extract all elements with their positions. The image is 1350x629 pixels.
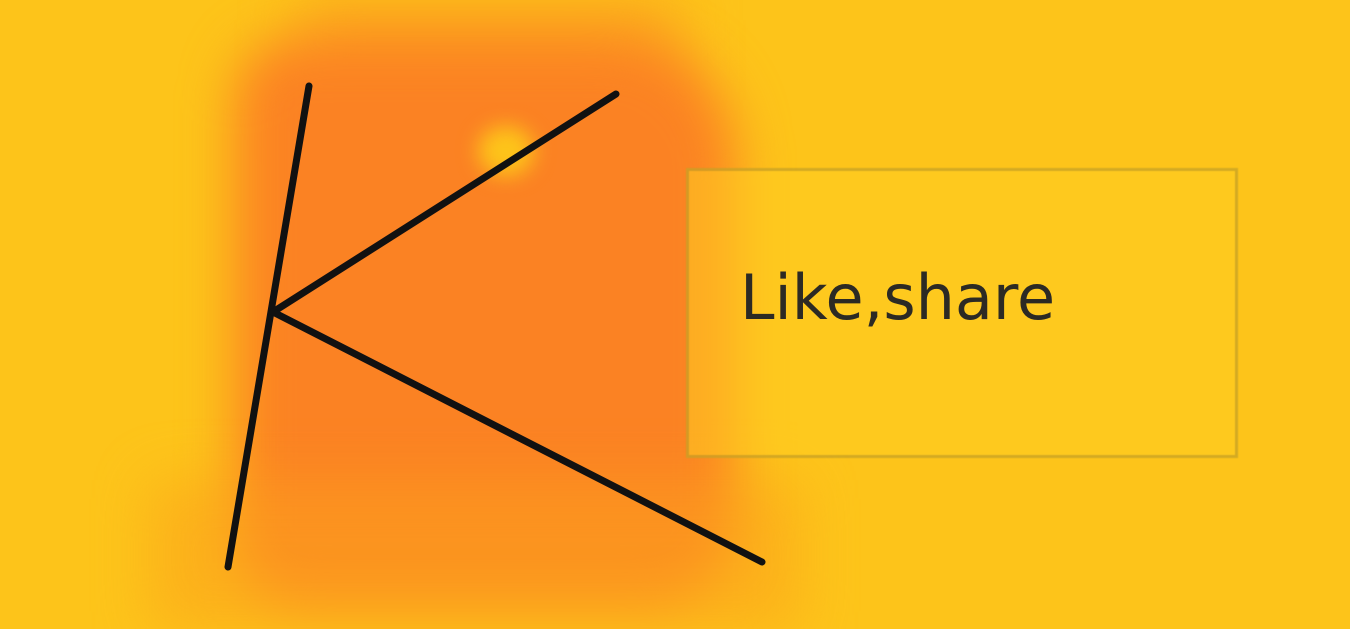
- k-upper-arm-stroke: [269, 90, 620, 316]
- canvas: Like,share: [0, 0, 1350, 629]
- panel-text: Like,share: [740, 261, 1056, 334]
